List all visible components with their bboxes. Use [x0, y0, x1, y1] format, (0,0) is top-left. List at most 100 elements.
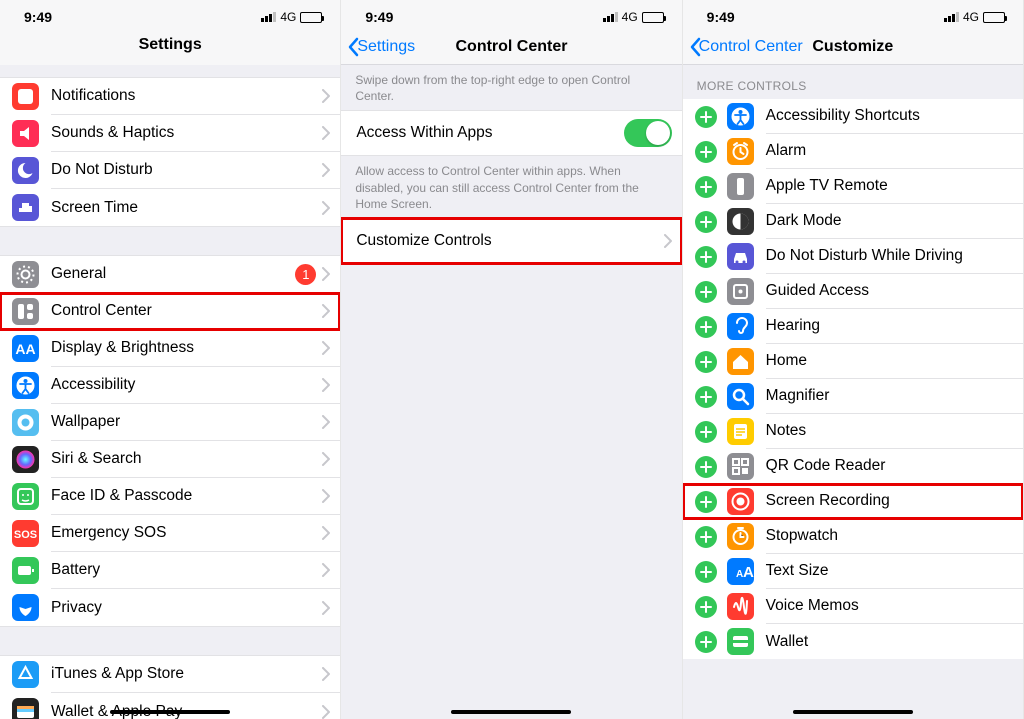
- settings-row-accessibility[interactable]: Accessibility: [0, 367, 340, 404]
- chevron-right-icon: [322, 452, 330, 466]
- status-bar: 9:49 4G: [341, 0, 681, 29]
- control-label: Do Not Disturb While Driving: [766, 247, 1013, 265]
- status-bar: 9:49 4G: [683, 0, 1023, 29]
- control-label: Notes: [766, 422, 1013, 440]
- control-label: Magnifier: [766, 387, 1013, 405]
- control-label: Text Size: [766, 562, 1013, 580]
- settings-row-control-center[interactable]: Control Center: [0, 293, 340, 330]
- network-label: 4G: [963, 10, 979, 24]
- settings-row-siri-search[interactable]: Siri & Search: [0, 441, 340, 478]
- add-button[interactable]: [695, 351, 717, 373]
- row-label: Face ID & Passcode: [51, 487, 322, 505]
- status-time: 9:49: [357, 9, 514, 25]
- settings-row-wallpaper[interactable]: Wallpaper: [0, 404, 340, 441]
- settings-row-sounds-haptics[interactable]: Sounds & Haptics: [0, 115, 340, 152]
- settings-row-itunes-app-store[interactable]: iTunes & App Store: [0, 656, 340, 693]
- access-toggle[interactable]: [624, 119, 672, 147]
- access-icon: [12, 372, 39, 399]
- add-button[interactable]: [695, 561, 717, 583]
- customize-controls-label: Customize Controls: [356, 232, 663, 250]
- svg-text:SOS: SOS: [14, 529, 37, 541]
- access-within-apps-label: Access Within Apps: [356, 124, 623, 142]
- control-row-notes[interactable]: Notes: [683, 414, 1023, 449]
- customize-controls-group: Customize Controls: [341, 218, 681, 264]
- nav-bar: Control Center Customize: [683, 29, 1023, 65]
- add-button[interactable]: [695, 526, 717, 548]
- settings-row-general[interactable]: General1: [0, 256, 340, 293]
- customize-controls-row[interactable]: Customize Controls: [341, 219, 681, 263]
- add-button[interactable]: [695, 246, 717, 268]
- control-row-guided-access[interactable]: Guided Access: [683, 274, 1023, 309]
- chevron-right-icon: [322, 667, 330, 681]
- battery-icon: [300, 12, 322, 23]
- row-label: Privacy: [51, 599, 322, 617]
- control-label: Apple TV Remote: [766, 177, 1013, 195]
- control-row-magnifier[interactable]: Magnifier: [683, 379, 1023, 414]
- control-row-screen-recording[interactable]: Screen Recording: [683, 484, 1023, 519]
- privacy-icon: [12, 594, 39, 621]
- control-row-text-size[interactable]: AA Text Size: [683, 554, 1023, 589]
- signal-bars-icon: [603, 12, 618, 22]
- settings-row-do-not-disturb[interactable]: Do Not Disturb: [0, 152, 340, 189]
- car-icon: [727, 243, 754, 270]
- control-row-wallet[interactable]: Wallet: [683, 624, 1023, 659]
- signal-bars-icon: [944, 12, 959, 22]
- row-label: Display & Brightness: [51, 339, 322, 357]
- textsize-icon: AA: [727, 558, 754, 585]
- add-button[interactable]: [695, 141, 717, 163]
- home-indicator[interactable]: [110, 710, 230, 715]
- access-within-apps-row[interactable]: Access Within Apps: [341, 111, 681, 155]
- add-button[interactable]: [695, 211, 717, 233]
- control-row-voice-memos[interactable]: Voice Memos: [683, 589, 1023, 624]
- control-row-alarm[interactable]: Alarm: [683, 134, 1023, 169]
- add-button[interactable]: [695, 281, 717, 303]
- control-row-do-not-disturb-while-driving[interactable]: Do Not Disturb While Driving: [683, 239, 1023, 274]
- home-indicator[interactable]: [793, 710, 913, 715]
- add-button[interactable]: [695, 456, 717, 478]
- mag-icon: [727, 383, 754, 410]
- back-label: Settings: [357, 38, 415, 56]
- add-button[interactable]: [695, 386, 717, 408]
- settings-row-screen-time[interactable]: Screen Time: [0, 189, 340, 226]
- add-button[interactable]: [695, 596, 717, 618]
- settings-row-emergency-sos[interactable]: SOSEmergency SOS: [0, 515, 340, 552]
- control-label: Wallet: [766, 633, 1013, 651]
- settings-row-privacy[interactable]: Privacy: [0, 589, 340, 626]
- section-description-2: Allow access to Control Center within ap…: [341, 156, 681, 218]
- back-button[interactable]: Control Center: [689, 29, 803, 64]
- settings-row-battery[interactable]: Battery: [0, 552, 340, 589]
- section-description: Swipe down from the top-right edge to op…: [341, 65, 681, 110]
- access-icon: [727, 103, 754, 130]
- add-button[interactable]: [695, 106, 717, 128]
- control-row-apple-tv-remote[interactable]: Apple TV Remote: [683, 169, 1023, 204]
- row-label: Wallpaper: [51, 413, 322, 431]
- battery-icon: [642, 12, 664, 23]
- home-indicator[interactable]: [451, 710, 571, 715]
- settings-row-display-brightness[interactable]: AADisplay & Brightness: [0, 330, 340, 367]
- wallet-icon: [12, 698, 39, 719]
- add-button[interactable]: [695, 491, 717, 513]
- add-button[interactable]: [695, 176, 717, 198]
- notif-icon: [12, 83, 39, 110]
- back-label: Control Center: [699, 38, 803, 56]
- add-button[interactable]: [695, 631, 717, 653]
- control-row-hearing[interactable]: Hearing: [683, 309, 1023, 344]
- control-row-accessibility-shortcuts[interactable]: Accessibility Shortcuts: [683, 99, 1023, 134]
- alarm-icon: [727, 138, 754, 165]
- control-row-dark-mode[interactable]: Dark Mode: [683, 204, 1023, 239]
- add-button[interactable]: [695, 316, 717, 338]
- back-button[interactable]: Settings: [347, 29, 415, 64]
- screentime-icon: [12, 194, 39, 221]
- settings-row-notifications[interactable]: Notifications: [0, 78, 340, 115]
- chevron-right-icon: [322, 705, 330, 719]
- page-title: Control Center: [455, 38, 567, 56]
- settings-row-wallet-apple-pay[interactable]: Wallet & Apple Pay: [0, 693, 340, 719]
- chevron-right-icon: [322, 126, 330, 140]
- control-row-stopwatch[interactable]: Stopwatch: [683, 519, 1023, 554]
- settings-row-face-id-passcode[interactable]: Face ID & Passcode: [0, 478, 340, 515]
- control-row-home[interactable]: Home: [683, 344, 1023, 379]
- add-button[interactable]: [695, 421, 717, 443]
- guided-icon: [727, 278, 754, 305]
- status-time: 9:49: [699, 9, 856, 25]
- control-row-qr-code-reader[interactable]: QR Code Reader: [683, 449, 1023, 484]
